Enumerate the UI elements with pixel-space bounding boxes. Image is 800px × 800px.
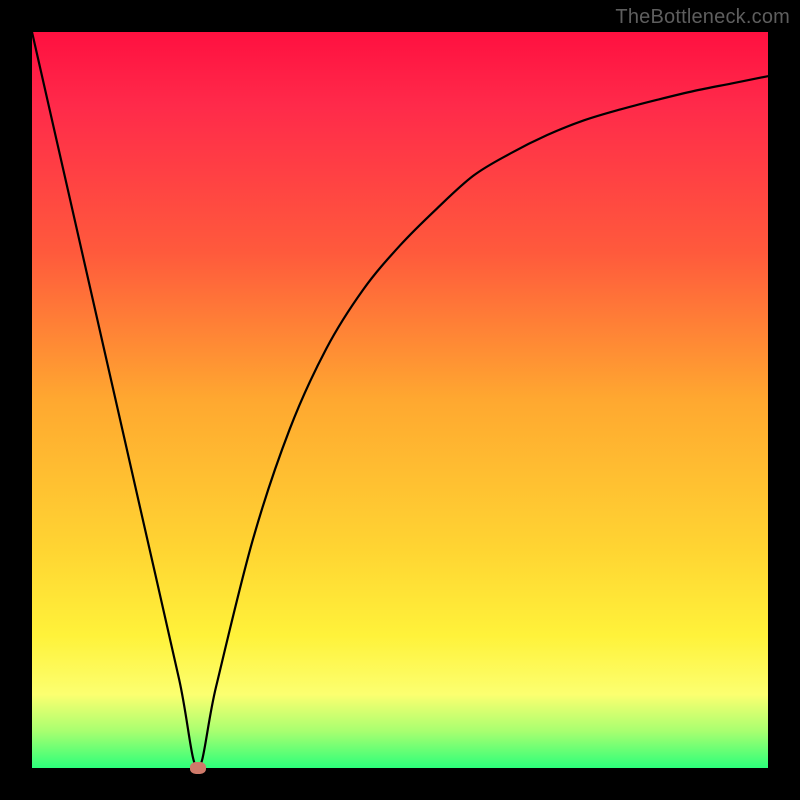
plot-area bbox=[32, 32, 768, 768]
optimum-marker bbox=[190, 762, 206, 774]
chart-frame: TheBottleneck.com bbox=[0, 0, 800, 800]
bottleneck-curve bbox=[32, 32, 768, 768]
attribution-text: TheBottleneck.com bbox=[615, 6, 790, 29]
